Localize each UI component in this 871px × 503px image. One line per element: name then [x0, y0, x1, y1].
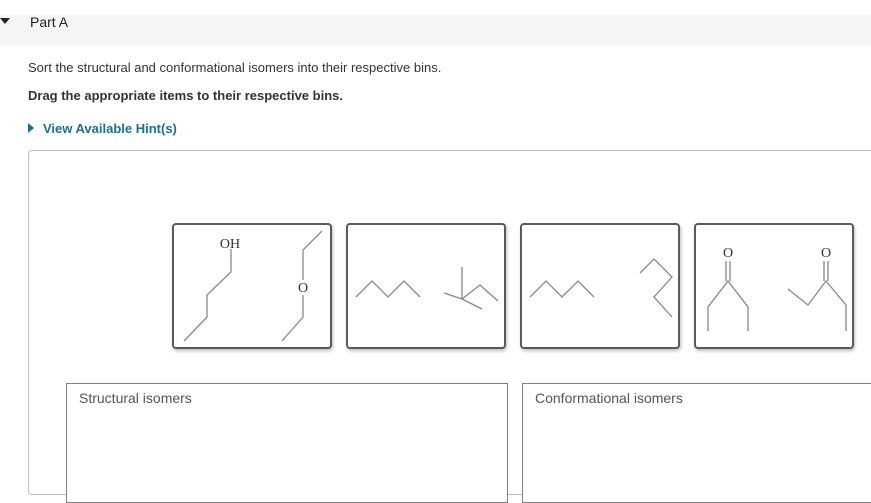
bond-line	[529, 280, 595, 298]
bond-line	[707, 279, 749, 331]
collapse-caret-icon[interactable]	[0, 18, 10, 24]
bond-line	[443, 284, 499, 302]
view-hints-label: View Available Hint(s)	[43, 120, 177, 136]
bond-line	[183, 249, 232, 342]
molecule-structures: OH O	[183, 230, 323, 342]
bin-label: Structural isomers	[71, 388, 200, 408]
bond-line	[461, 298, 483, 310]
bond-line	[355, 280, 421, 298]
part-title: Part A	[30, 14, 69, 30]
molecule-structures	[529, 258, 673, 318]
bin-label: Conformational isomers	[527, 388, 691, 408]
bond-line	[302, 230, 323, 280]
instruction-text: Sort the structural and conformational i…	[28, 60, 442, 75]
molecule-structures	[355, 267, 499, 310]
molecule-structures: O O	[707, 246, 847, 331]
draggable-item-alkanes-2[interactable]	[520, 223, 680, 349]
bond-line	[787, 279, 847, 331]
atom-label: OH	[220, 237, 240, 252]
atom-label: O	[298, 281, 308, 296]
instruction-bold-text: Drag the appropriate items to their resp…	[28, 88, 343, 103]
bin-structural-isomers[interactable]: Structural isomers	[66, 383, 508, 503]
atom-label: O	[723, 246, 733, 261]
bond-line	[281, 295, 304, 342]
draggable-item-alkanes-1[interactable]	[346, 223, 506, 349]
atom-label: O	[821, 246, 831, 261]
view-hints-link[interactable]: View Available Hint(s)	[28, 119, 177, 137]
part-header[interactable]	[0, 15, 871, 46]
bin-conformational-isomers[interactable]: Conformational isomers	[522, 383, 871, 503]
draggable-item-ketones[interactable]: O O	[694, 223, 854, 349]
bond-line	[639, 258, 673, 318]
draggable-item-alcohol-ether[interactable]: OH O	[172, 223, 332, 349]
caret-right-icon	[28, 123, 34, 133]
